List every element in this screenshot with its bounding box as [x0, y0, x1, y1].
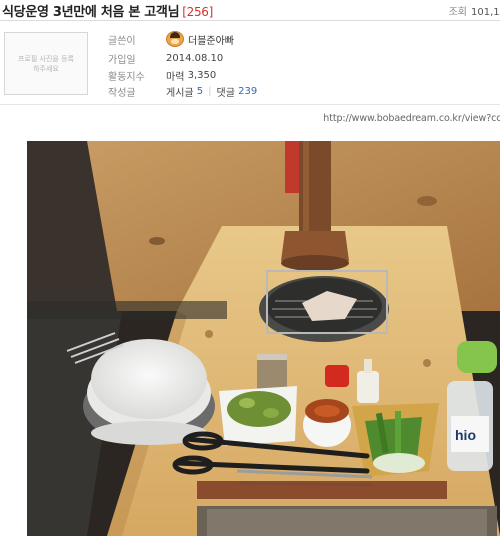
comment-count-badge[interactable]: [256] — [182, 5, 213, 19]
joined-value: 2014.08.10 — [166, 52, 224, 64]
board-posts-count[interactable]: 5 — [197, 86, 203, 97]
post-image: hio — [27, 141, 500, 536]
writer-row: 글쓴이 더블준아빠 — [108, 30, 234, 48]
profile-photo-text: 프로필 사진을 등록하주세요 — [18, 54, 74, 73]
joined-label: 가입일 — [108, 54, 136, 66]
profile-photo-placeholder: 프로필 사진을 등록하주세요 — [4, 32, 88, 95]
view-count: 조회 101,16 — [449, 3, 500, 18]
author-nickname[interactable]: 더블준아빠 — [188, 32, 234, 47]
activity-value: 마력 3,350 — [166, 68, 216, 83]
writer-value[interactable]: 더블준아빠 — [166, 31, 234, 47]
view-count-value: 101,16 — [471, 7, 500, 18]
post-header: 식당운영 3년만에 처음 본 고객님[256] 조회 101,16 — [0, 0, 500, 21]
post-title[interactable]: 식당운영 3년만에 처음 본 고객님 [256] — [2, 1, 213, 20]
view-count-label: 조회 — [448, 7, 467, 18]
posts-value: 게시글 5 | 댓글 239 — [166, 84, 257, 99]
avatar-icon[interactable] — [166, 31, 184, 47]
posts-row: 작성글 게시글 5 | 댓글 239 — [108, 82, 257, 100]
mileage-value: 3,350 — [187, 69, 217, 81]
activity-label: 활동지수 — [108, 71, 145, 83]
svg-text:hio: hio — [455, 427, 476, 443]
board-posts-label: 게시글 — [166, 87, 194, 99]
mileage-label: 마력 — [166, 71, 185, 83]
posts-label: 작성글 — [108, 87, 136, 99]
comments-count[interactable]: 239 — [238, 86, 257, 97]
writer-label: 글쓴이 — [108, 35, 136, 47]
joined-row: 가입일 2014.08.10 — [108, 49, 223, 67]
author-profile: 프로필 사진을 등록하주세요 글쓴이 더블준아빠 가입일 2014.08.10 … — [0, 21, 500, 105]
divider: | — [208, 85, 212, 97]
post-title-text: 식당운영 3년만에 처음 본 고객님 — [2, 5, 180, 20]
comments-label: 댓글 — [216, 87, 235, 99]
source-url-link[interactable]: http://www.bobaedream.co.kr/view?co — [323, 113, 500, 124]
